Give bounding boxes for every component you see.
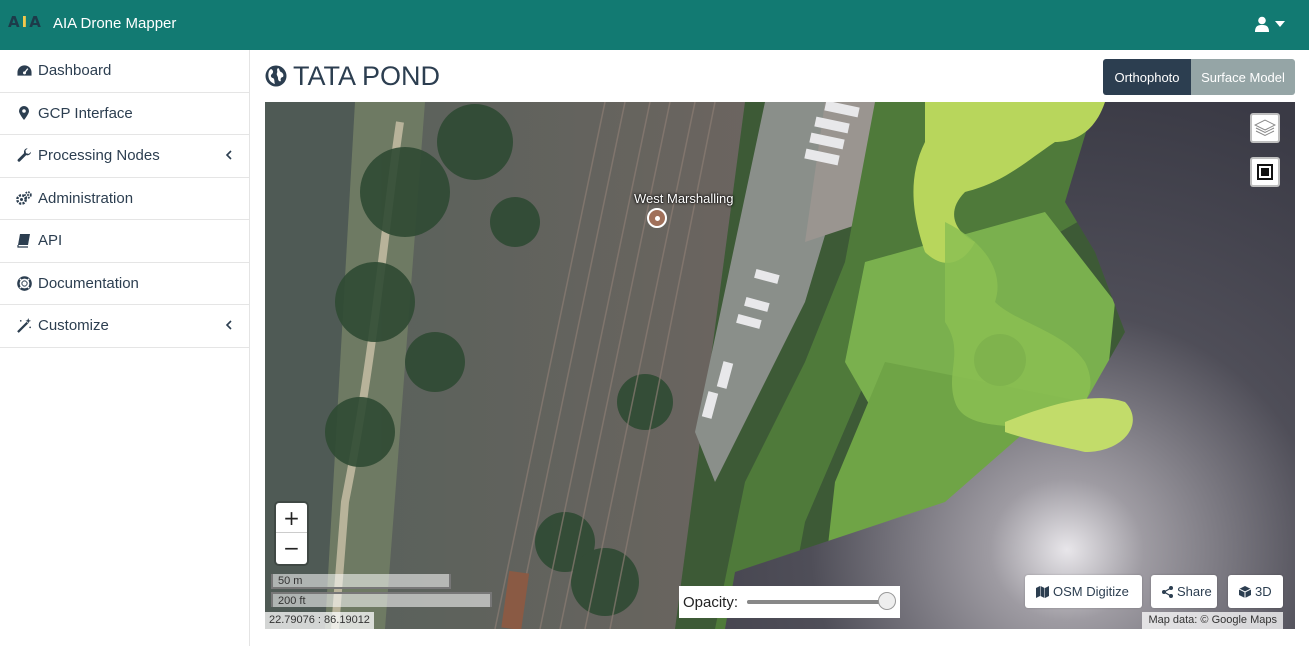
sidebar: Dashboard GCP Interface Processing Nodes… bbox=[0, 50, 250, 646]
scale-bar-imperial: 200 ft bbox=[271, 592, 492, 607]
sidebar-item-administration[interactable]: Administration bbox=[0, 178, 249, 220]
magic-wand-icon bbox=[16, 318, 32, 334]
opacity-label: Opacity: bbox=[683, 593, 739, 611]
three-d-button[interactable]: 3D bbox=[1228, 575, 1283, 608]
layers-icon bbox=[1254, 119, 1276, 137]
sidebar-item-label: API bbox=[38, 232, 63, 250]
chevron-left-icon bbox=[225, 150, 232, 160]
zoom-control: + − bbox=[276, 503, 307, 564]
cube-icon bbox=[1239, 585, 1251, 598]
gears-icon bbox=[16, 190, 32, 206]
wrench-icon bbox=[16, 148, 32, 164]
orthophoto-button[interactable]: Orthophoto bbox=[1103, 59, 1191, 95]
app-logo[interactable]: AIA bbox=[8, 13, 43, 31]
map-icon bbox=[1036, 585, 1049, 598]
top-navbar: AIA AIA Drone Mapper bbox=[0, 0, 1309, 50]
sidebar-item-label: Administration bbox=[38, 189, 134, 207]
sidebar-item-label: Documentation bbox=[38, 274, 139, 292]
opacity-slider[interactable] bbox=[747, 592, 897, 610]
sidebar-item-label: Processing Nodes bbox=[38, 147, 160, 165]
logo-text: AIA bbox=[8, 13, 43, 31]
sidebar-item-label: Customize bbox=[38, 317, 109, 335]
map-attribution: Map data: © Google Maps bbox=[1142, 612, 1283, 629]
share-button[interactable]: Share bbox=[1151, 575, 1217, 608]
sidebar-item-api[interactable]: API bbox=[0, 220, 249, 263]
life-ring-icon bbox=[16, 275, 32, 291]
fullscreen-icon bbox=[1257, 164, 1273, 180]
zoom-out-button[interactable]: − bbox=[276, 533, 307, 563]
sidebar-item-gcp-interface[interactable]: GCP Interface bbox=[0, 93, 249, 135]
opacity-control: Opacity: bbox=[679, 586, 900, 618]
sidebar-item-processing-nodes[interactable]: Processing Nodes bbox=[0, 135, 249, 178]
sidebar-item-documentation[interactable]: Documentation bbox=[0, 263, 249, 305]
sidebar-item-label: GCP Interface bbox=[38, 104, 133, 122]
scale-bar-metric: 50 m bbox=[271, 574, 451, 589]
sidebar-item-dashboard[interactable]: Dashboard bbox=[0, 50, 249, 93]
opacity-slider-thumb[interactable] bbox=[878, 592, 897, 610]
share-label: Share bbox=[1177, 584, 1212, 599]
layers-control[interactable] bbox=[1250, 113, 1280, 143]
share-icon bbox=[1162, 585, 1173, 598]
caret-down-icon bbox=[1275, 21, 1285, 27]
sidebar-item-label: Dashboard bbox=[38, 62, 112, 80]
poi-marker-icon[interactable] bbox=[647, 208, 667, 228]
coordinates-readout: 22.79076 : 86.19012 bbox=[265, 612, 374, 629]
osm-digitize-label: OSM Digitize bbox=[1053, 584, 1129, 599]
page-title: TATA POND bbox=[265, 60, 440, 92]
osm-digitize-button[interactable]: OSM Digitize bbox=[1025, 575, 1142, 608]
zoom-in-button[interactable]: + bbox=[276, 503, 307, 533]
sidebar-item-customize[interactable]: Customize bbox=[0, 305, 249, 348]
view-toggle: Orthophoto Surface Model bbox=[1103, 59, 1295, 95]
map-marker-icon bbox=[16, 105, 32, 121]
globe-icon bbox=[265, 65, 287, 87]
app-title[interactable]: AIA Drone Mapper bbox=[53, 15, 176, 32]
map-viewer[interactable]: West Marshalling + − 50 m 200 ft 22.7907… bbox=[265, 102, 1295, 629]
poi-label: West Marshalling bbox=[634, 191, 734, 206]
dashboard-icon bbox=[16, 63, 32, 79]
opacity-slider-fill bbox=[747, 600, 888, 604]
fullscreen-button[interactable] bbox=[1250, 157, 1280, 187]
user-icon bbox=[1255, 16, 1269, 32]
surface-model-button[interactable]: Surface Model bbox=[1191, 59, 1295, 95]
chevron-left-icon bbox=[225, 320, 232, 330]
book-icon bbox=[16, 233, 32, 249]
aerial-imagery bbox=[265, 102, 1295, 629]
page-title-text: TATA POND bbox=[293, 60, 441, 91]
user-menu[interactable] bbox=[1255, 16, 1289, 34]
three-d-label: 3D bbox=[1255, 584, 1272, 599]
